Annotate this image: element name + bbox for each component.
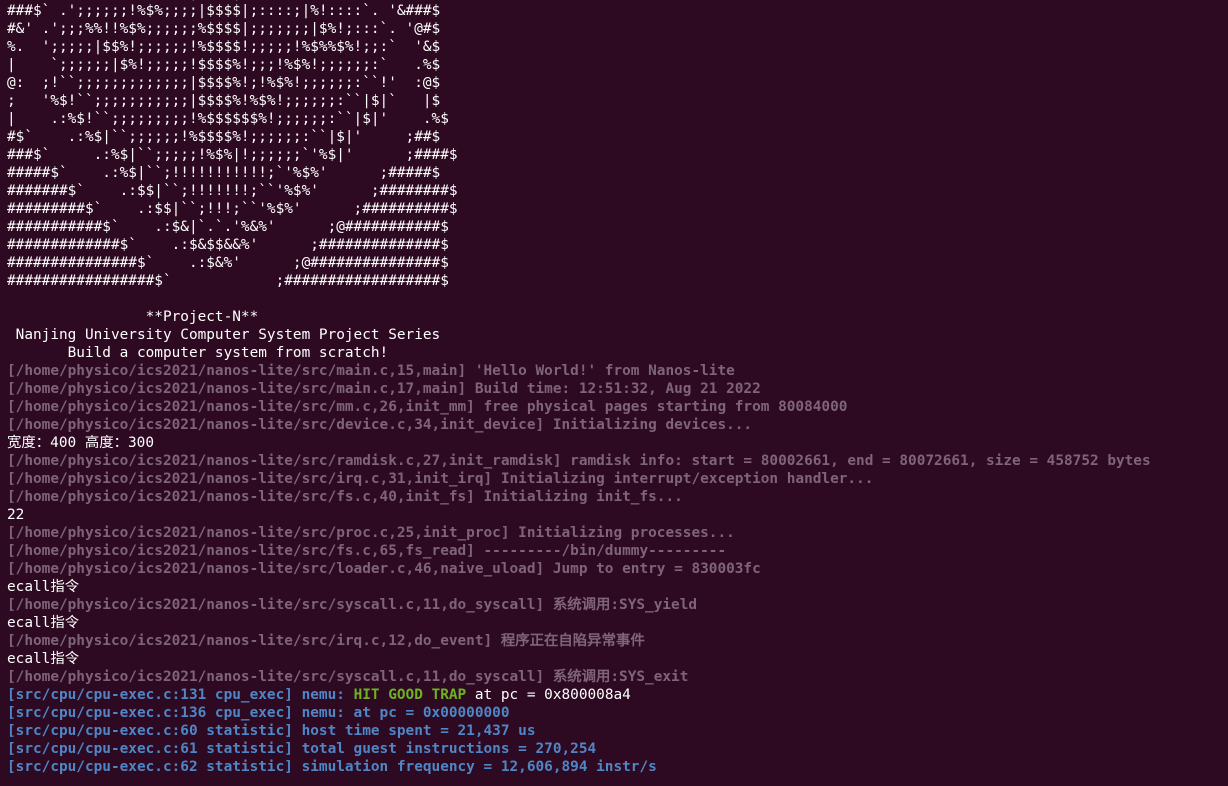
terminal-line: [/home/physico/ics2021/nanos-lite/src/fs… [7,488,1228,506]
terminal-text: ###########$` .:$&|`.`.'%&%' ;@#########… [7,219,449,235]
terminal-text: %. ';;;;;|$$%!;;;;;;!%$$$$!;;;;;!%$%%$%!… [7,39,441,55]
terminal-line: #################$` ;##################$ [7,272,1228,290]
terminal-line: ###############$` .:$&%' ;@#############… [7,254,1228,272]
terminal-line: [/home/physico/ics2021/nanos-lite/src/mm… [7,398,1228,416]
terminal-text: Nanjing University Computer System Proje… [7,327,441,343]
terminal-text: [/home/physico/ics2021/nanos-lite/src/sy… [7,597,698,613]
terminal-text: Build a computer system from scratch! [7,345,389,361]
terminal-text: ecall指令 [7,579,80,595]
terminal-text: [src/cpu/cpu-exec.c:131 cpu_exec] nemu: [7,687,354,703]
terminal-text: [src/cpu/cpu-exec.c:61 statistic] total … [7,741,597,757]
terminal-text: | `;;;;;;|$%!;;;;;!$$$$%!;;;!%$%!;;;;;;:… [7,57,441,73]
terminal-line: ; '%$!``;;;;;;;;;;;|$$$$%!%$%!;;;;;;:``|… [7,92,1228,110]
terminal-text: | .:%$!``;;;;;;;;;!%$$$$$$%!;;;;;;:``|$|… [7,111,449,127]
terminal-line: #$` .:%$|``;;;;;;!%$$$$%!;;;;;;:``|$|' ;… [7,128,1228,146]
terminal-text: ###############$` .:$&%' ;@#############… [7,255,449,271]
terminal-text: [/home/physico/ics2021/nanos-lite/src/fs… [7,543,727,559]
terminal-line: ecall指令 [7,650,1228,668]
terminal-line: #&' .';;;%%!!%$%;;;;;;%$$$$|;;;;;;;|$%!;… [7,20,1228,38]
terminal-line: [/home/physico/ics2021/nanos-lite/src/lo… [7,560,1228,578]
terminal-line: [src/cpu/cpu-exec.c:131 cpu_exec] nemu: … [7,686,1228,704]
terminal-line: Build a computer system from scratch! [7,344,1228,362]
terminal-text: @: ;!``;;;;;;;;;;;;;|$$$$%!;!%$%!;;;;;;:… [7,75,441,91]
terminal-text: [/home/physico/ics2021/nanos-lite/src/pr… [7,525,735,541]
terminal-line: [/home/physico/ics2021/nanos-lite/src/fs… [7,542,1228,560]
terminal-text: [/home/physico/ics2021/nanos-lite/src/fs… [7,489,683,505]
terminal-text: [/home/physico/ics2021/nanos-lite/src/sy… [7,669,689,685]
terminal-text: 22 [7,507,25,523]
terminal-text: #########$` .:$$|``;!!!;``'%$%' ;#######… [7,201,458,217]
terminal-line: [/home/physico/ics2021/nanos-lite/src/ir… [7,470,1228,488]
terminal-output: #####$` .`:::::!%$%;:|$$$$|;:::::::::` &… [7,0,1228,776]
terminal-text: ###$` .:%$|``;;;;;!%$%|!;;;;;;`'%$|' ;##… [7,147,458,163]
terminal-line: @: ;!``;;;;;;;;;;;;;|$$$$%!;!%$%!;;;;;;:… [7,74,1228,92]
terminal-line: #############$` .:$&$$&&%' ;############… [7,236,1228,254]
terminal-line: [/home/physico/ics2021/nanos-lite/src/sy… [7,596,1228,614]
terminal-text: #&' .';;;%%!!%$%;;;;;;%$$$$|;;;;;;;|$%!;… [7,21,441,37]
terminal-line: **Project-N** [7,308,1228,326]
terminal-line: #######$` .:$$|``;!!!!!!!;``'%$%' ;#####… [7,182,1228,200]
terminal-line: [/home/physico/ics2021/nanos-lite/src/ma… [7,362,1228,380]
terminal-line: [src/cpu/cpu-exec.c:61 statistic] total … [7,740,1228,758]
terminal-text: [/home/physico/ics2021/nanos-lite/src/lo… [7,561,761,577]
terminal-text: #################$` ;##################$ [7,273,449,289]
terminal-line: %. ';;;;;|$$%!;;;;;;!%$$$$!;;;;;!%$%%$%!… [7,38,1228,56]
terminal-text: #############$` .:$&$$&&%' ;############… [7,237,449,253]
terminal-line: #####$` .:%$|``;!!!!!!!!!!!;`'%$%' ;####… [7,164,1228,182]
terminal-text: [/home/physico/ics2021/nanos-lite/src/ir… [7,633,645,649]
terminal-line: [src/cpu/cpu-exec.c:136 cpu_exec] nemu: … [7,704,1228,722]
terminal-line: #########$` .:$$|``;!!!;``'%$%' ;#######… [7,200,1228,218]
terminal-line: ###$` .:%$|``;;;;;!%$%|!;;;;;;`'%$|' ;##… [7,146,1228,164]
terminal-line: [/home/physico/ics2021/nanos-lite/src/sy… [7,668,1228,686]
terminal-text: ecall指令 [7,651,80,667]
terminal-text: [src/cpu/cpu-exec.c:62 statistic] simula… [7,759,657,775]
terminal-window[interactable]: #####$` .`:::::!%$%;:|$$$$|;:::::::::` &… [0,0,1228,786]
terminal-text: [/home/physico/ics2021/nanos-lite/src/ra… [7,453,1151,469]
terminal-line: [src/cpu/cpu-exec.c:60 statistic] host t… [7,722,1228,740]
terminal-line: Nanjing University Computer System Proje… [7,326,1228,344]
terminal-text: [/home/physico/ics2021/nanos-lite/src/ma… [7,363,735,379]
terminal-line: ###########$` .:$&|`.`.'%&%' ;@#########… [7,218,1228,236]
terminal-text: ###$` .';;;;;;!%$%;;;;|$$$$|;::::;|%!:::… [7,3,441,19]
terminal-line: [/home/physico/ics2021/nanos-lite/src/ra… [7,452,1228,470]
terminal-text: [/home/physico/ics2021/nanos-lite/src/mm… [7,399,848,415]
terminal-line: [/home/physico/ics2021/nanos-lite/src/ir… [7,632,1228,650]
terminal-text: #######$` .:$$|``;!!!!!!!;``'%$%' ;#####… [7,183,458,199]
terminal-line: ecall指令 [7,614,1228,632]
terminal-line: | .:%$!``;;;;;;;;;!%$$$$$$%!;;;;;;:``|$|… [7,110,1228,128]
terminal-text: ; '%$!``;;;;;;;;;;;|$$$$%!%$%!;;;;;;:``|… [7,93,441,109]
terminal-line: ###$` .';;;;;;!%$%;;;;|$$$$|;::::;|%!:::… [7,2,1228,20]
terminal-line: [src/cpu/cpu-exec.c:62 statistic] simula… [7,758,1228,776]
terminal-text: [src/cpu/cpu-exec.c:136 cpu_exec] nemu: … [7,705,510,721]
terminal-line: | `;;;;;;|$%!;;;;;!$$$$%!;;;!%$%!;;;;;;:… [7,56,1228,74]
terminal-line: [/home/physico/ics2021/nanos-lite/src/ma… [7,380,1228,398]
terminal-line: [/home/physico/ics2021/nanos-lite/src/pr… [7,524,1228,542]
terminal-line: 宽度：400 高度：300 [7,434,1228,452]
hit-good-trap-text: HIT GOOD TRAP [353,687,467,703]
terminal-text: 宽度：400 高度：300 [7,435,154,451]
terminal-text: [src/cpu/cpu-exec.c:60 statistic] host t… [7,723,536,739]
terminal-line: 22 [7,506,1228,524]
terminal-text: [/home/physico/ics2021/nanos-lite/src/ma… [7,381,761,397]
terminal-line: [/home/physico/ics2021/nanos-lite/src/de… [7,416,1228,434]
terminal-text: #$` .:%$|``;;;;;;!%$$$$%!;;;;;;:``|$|' ;… [7,129,441,145]
terminal-text: #####$` .`:::::!%$%;:|$$$$|;:::::::::` &… [7,0,432,1]
terminal-text: ecall指令 [7,615,80,631]
terminal-line: ecall指令 [7,578,1228,596]
terminal-text: [/home/physico/ics2021/nanos-lite/src/ir… [7,471,874,487]
terminal-text: #####$` .:%$|``;!!!!!!!!!!!;`'%$%' ;####… [7,165,441,181]
terminal-text: at pc = 0x800008a4 [466,687,631,703]
terminal-text: **Project-N** [7,309,259,325]
terminal-text: [/home/physico/ics2021/nanos-lite/src/de… [7,417,753,433]
